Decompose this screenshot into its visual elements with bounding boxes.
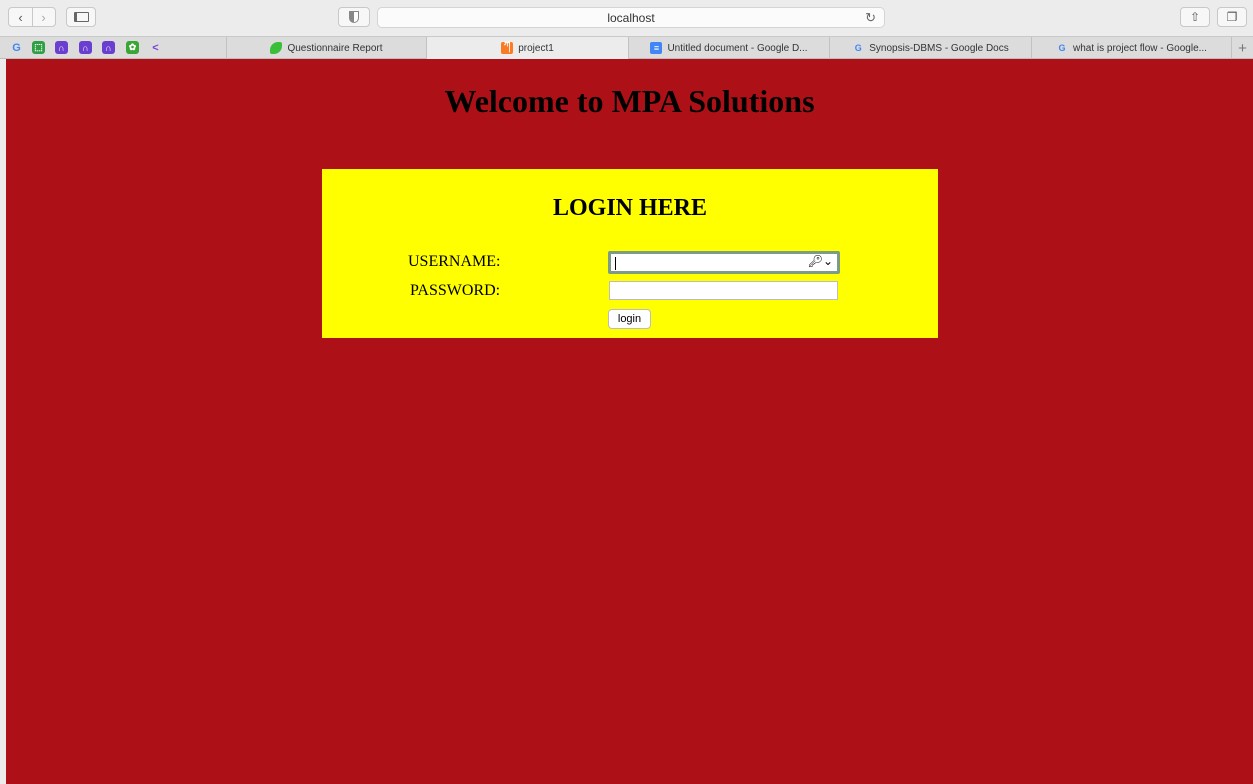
- login-button[interactable]: login: [608, 309, 651, 329]
- page-title: Welcome to MPA Solutions: [444, 83, 815, 119]
- page-content: Welcome to MPA Solutions LOGIN HERE USER…: [6, 59, 1253, 784]
- login-title: LOGIN HERE: [552, 195, 708, 221]
- username-field[interactable]: 🔑︎⌄: [608, 251, 840, 274]
- xampp-icon: ཀ: [501, 40, 514, 54]
- tab-overview-button[interactable]: ❐: [1217, 7, 1247, 27]
- nav-buttons: ‹ ›: [8, 7, 56, 27]
- forward-icon[interactable]: ›: [32, 10, 55, 25]
- username-label: USERNAME:: [408, 253, 501, 270]
- browser-tab[interactable]: ཀ project1: [426, 37, 628, 59]
- browser-tab[interactable]: Questionnaire Report: [226, 37, 426, 59]
- tab-title: Untitled document - Google D...: [667, 42, 808, 54]
- tab-bar: + G ⬚ ∩ ∩ ∩ ✿ < Questionnaire Report ཀ project1 ≡ U…: [0, 36, 1253, 59]
- google-icon[interactable]: G: [10, 41, 23, 54]
- green-app-icon[interactable]: ⬚: [32, 41, 45, 54]
- tab-title: Synopsis-DBMS - Google Docs: [869, 42, 1009, 54]
- leaf-icon: [270, 42, 283, 54]
- browser-tab[interactable]: Gwhat is project flow - Google...: [1031, 37, 1231, 59]
- share-icon: ⇧: [1189, 10, 1201, 24]
- rainbow-arch-icon[interactable]: ∩: [55, 41, 68, 54]
- share-button[interactable]: ⇧: [1180, 7, 1210, 27]
- password-field[interactable]: [609, 281, 838, 300]
- google-icon: G: [1058, 43, 1066, 53]
- tab-title: Questionnaire Report: [287, 42, 383, 54]
- sidebar-icon: [73, 12, 89, 22]
- tab-title: what is project flow - Google...: [1073, 42, 1207, 54]
- new-tab-button[interactable]: +: [1231, 37, 1253, 59]
- browser-tab[interactable]: ≡ Untitled document - Google D...: [628, 37, 829, 59]
- tabs-icon: ❐: [1226, 10, 1238, 24]
- key-autofill-icon[interactable]: 🔑︎⌄: [808, 254, 833, 268]
- text-caret: [615, 257, 616, 270]
- plus-icon: +: [1238, 39, 1247, 57]
- password-label: PASSWORD:: [410, 282, 501, 299]
- shield-icon: [349, 11, 359, 23]
- google-docs-icon: ≡: [650, 42, 663, 54]
- browser-toolbar: ‹ › localhost ↻ ⇧ ❐: [0, 0, 1253, 36]
- sidebar-toggle-button[interactable]: [66, 7, 96, 27]
- reload-icon[interactable]: ↻: [865, 10, 876, 26]
- green-gear-icon[interactable]: ✿: [126, 41, 139, 54]
- login-panel: LOGIN HERE USERNAME: 🔑︎⌄ PASSWORD: login: [322, 169, 938, 338]
- address-text: localhost: [607, 10, 655, 25]
- google-icon: G: [854, 43, 862, 53]
- back-icon[interactable]: ‹: [9, 10, 32, 25]
- tab-title: project1: [518, 42, 554, 54]
- browser-tab[interactable]: G Synopsis-DBMS - Google Docs: [829, 37, 1031, 59]
- address-bar[interactable]: localhost ↻: [377, 7, 885, 28]
- privacy-report-button[interactable]: [338, 7, 370, 27]
- chevron-left-icon[interactable]: <: [149, 41, 162, 54]
- rainbow-arch-icon[interactable]: ∩: [79, 41, 92, 54]
- rainbow-arch-icon[interactable]: ∩: [102, 41, 115, 54]
